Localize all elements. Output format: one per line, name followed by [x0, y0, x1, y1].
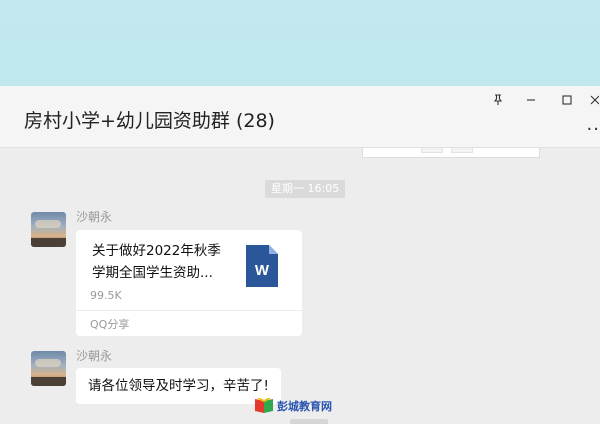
close-icon[interactable] — [588, 90, 600, 110]
title-bar: 房村小学+幼儿园资助群 (28) .. — [0, 86, 600, 148]
avatar[interactable] — [31, 212, 66, 247]
message-timestamp: 星期一 16:05 — [265, 180, 346, 198]
sender-name: 沙朝永 — [76, 210, 113, 224]
maximize-icon[interactable] — [555, 90, 579, 110]
sender-name: 沙朝永 — [76, 349, 113, 363]
word-icon-letter: W — [255, 262, 270, 279]
watermark-text: 彭城教育网 — [277, 400, 332, 413]
text-message-bubble[interactable]: 请各位领导及时学习，辛苦了! — [76, 368, 281, 404]
chat-title: 房村小学+幼儿园资助群 (28) — [24, 110, 275, 132]
avatar[interactable] — [31, 351, 66, 386]
message-list[interactable]: 星期一 16:05 沙朝永 关于做好2022年秋季学期全国学生资助... 99.… — [0, 148, 600, 424]
watermark: 彭城教育网 — [254, 396, 332, 416]
file-source[interactable]: QQ分享 — [90, 316, 129, 332]
file-size: 99.5K — [90, 289, 122, 302]
chat-window: 房村小学+幼儿园资助群 (28) .. 星期一 16:05 沙朝永 关于做好20… — [0, 86, 600, 424]
file-card-divider — [76, 310, 302, 311]
more-options-button[interactable]: .. — [587, 114, 600, 135]
previous-card-chip — [451, 148, 473, 153]
file-message-card[interactable]: 关于做好2022年秋季学期全国学生资助... 99.5K W QQ分享 — [76, 230, 302, 336]
previous-message-card — [362, 148, 540, 158]
minimize-icon[interactable] — [519, 90, 543, 110]
scroll-indicator[interactable] — [290, 419, 328, 424]
book-logo-icon — [255, 398, 273, 413]
pin-icon[interactable] — [486, 90, 510, 110]
word-document-icon: W — [246, 245, 278, 287]
desktop-background — [0, 0, 600, 86]
previous-card-chip — [421, 148, 443, 153]
file-name: 关于做好2022年秋季学期全国学生资助... — [92, 243, 221, 281]
